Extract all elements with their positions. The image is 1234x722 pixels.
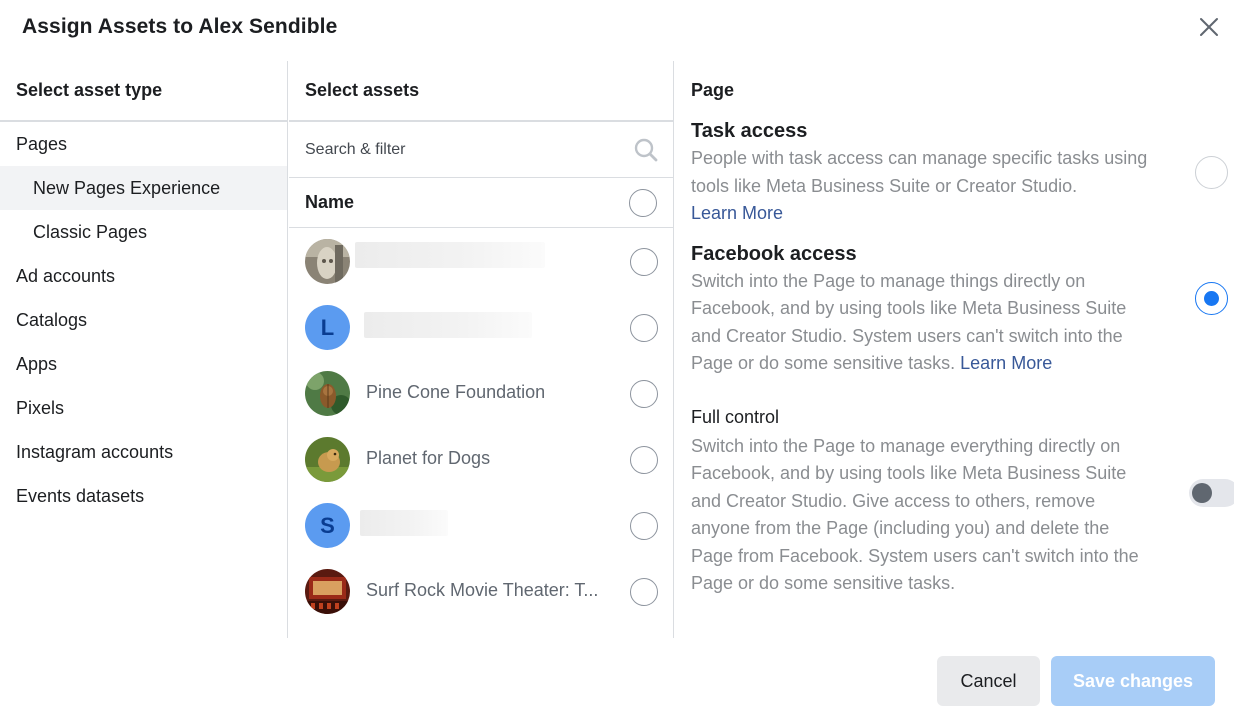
task-access-title: Task access bbox=[691, 120, 808, 142]
facebook-access-learn-more-link[interactable]: Learn More bbox=[960, 353, 1052, 373]
close-icon[interactable] bbox=[1196, 14, 1222, 40]
asset-row[interactable] bbox=[289, 228, 673, 294]
asset-type-column: Select asset type Pages New Pages Experi… bbox=[0, 61, 288, 638]
asset-type-heading: Select asset type bbox=[0, 61, 287, 122]
full-control-option: Full control Switch into the Page to man… bbox=[691, 406, 1234, 598]
permissions-column: Page Task access People with task access… bbox=[675, 61, 1234, 638]
asset-row[interactable]: S bbox=[289, 492, 673, 558]
full-control-toggle[interactable] bbox=[1189, 478, 1234, 507]
asset-radio[interactable] bbox=[630, 380, 658, 408]
asset-type-new-pages-experience[interactable]: New Pages Experience bbox=[0, 166, 287, 210]
task-access-text: People with task access can manage speci… bbox=[691, 148, 1148, 196]
redacted-name bbox=[360, 510, 448, 536]
search-icon[interactable] bbox=[633, 137, 659, 163]
asset-name: Planet for Dogs bbox=[366, 448, 491, 468]
redacted-name bbox=[364, 312, 532, 338]
facebook-access-text: Switch into the Page to manage things di… bbox=[691, 270, 1127, 374]
asset-type-pixels[interactable]: Pixels bbox=[0, 386, 287, 430]
full-control-title: Full control bbox=[691, 406, 780, 427]
dialog-footer: Cancel Save changes bbox=[0, 638, 1234, 722]
dialog-title: Assign Assets to Alex Sendible bbox=[22, 15, 338, 38]
full-control-description: Switch into the Page to manage everythin… bbox=[691, 435, 1139, 594]
asset-type-events-datasets[interactable]: Events datasets bbox=[0, 474, 287, 518]
facebook-access-description: Switch into the Page to manage things di… bbox=[691, 268, 1156, 378]
asset-type-apps[interactable]: Apps bbox=[0, 342, 287, 386]
name-header-row: Name bbox=[289, 178, 673, 228]
asset-row[interactable]: Surf Rock Movie Theater: T... bbox=[289, 558, 673, 624]
facebook-access-option: Facebook access Switch into the Page to … bbox=[691, 242, 1228, 378]
assign-assets-dialog: Assign Assets to Alex Sendible Select as… bbox=[0, 0, 1234, 722]
dialog-header: Assign Assets to Alex Sendible bbox=[0, 0, 1234, 60]
avatar bbox=[305, 371, 350, 416]
avatar: L bbox=[305, 305, 350, 350]
permissions-detail: Task access People with task access can … bbox=[675, 120, 1234, 598]
asset-row[interactable]: L bbox=[289, 294, 673, 360]
asset-radio[interactable] bbox=[630, 512, 658, 540]
permissions-heading: Page bbox=[691, 80, 735, 100]
assets-heading: Select assets bbox=[289, 61, 673, 122]
asset-type-instagram-accounts[interactable]: Instagram accounts bbox=[0, 430, 287, 474]
select-all-radio[interactable] bbox=[629, 189, 657, 217]
asset-type-pages[interactable]: Pages bbox=[0, 122, 287, 166]
redacted-name bbox=[355, 242, 545, 268]
asset-name: Pine Cone Foundation bbox=[366, 382, 546, 402]
task-access-learn-more-link[interactable]: Learn More bbox=[691, 203, 783, 223]
asset-type-ad-accounts[interactable]: Ad accounts bbox=[0, 254, 287, 298]
asset-type-classic-pages[interactable]: Classic Pages bbox=[0, 210, 287, 254]
avatar bbox=[305, 569, 350, 614]
avatar: S bbox=[305, 503, 350, 548]
save-changes-button[interactable]: Save changes bbox=[1051, 656, 1215, 706]
search-input[interactable] bbox=[305, 136, 625, 164]
asset-row[interactable]: Planet for Dogs bbox=[289, 426, 673, 492]
task-access-description: People with task access can manage speci… bbox=[691, 145, 1156, 228]
asset-radio[interactable] bbox=[630, 578, 658, 606]
assets-column: Select assets Name bbox=[289, 61, 674, 638]
asset-type-list: Pages New Pages Experience Classic Pages… bbox=[0, 122, 287, 518]
name-column-header: Name bbox=[305, 192, 355, 212]
task-access-radio[interactable] bbox=[1195, 156, 1228, 189]
asset-type-catalogs[interactable]: Catalogs bbox=[0, 298, 287, 342]
asset-name: Surf Rock Movie Theater: T... bbox=[366, 580, 599, 600]
asset-row[interactable]: Pine Cone Foundation bbox=[289, 360, 673, 426]
asset-radio[interactable] bbox=[630, 314, 658, 342]
asset-radio[interactable] bbox=[630, 446, 658, 474]
task-access-option: Task access People with task access can … bbox=[691, 120, 1228, 228]
avatar bbox=[305, 437, 350, 482]
avatar bbox=[305, 239, 350, 284]
search-bar bbox=[289, 122, 673, 178]
toggle-knob bbox=[1192, 482, 1212, 503]
asset-radio[interactable] bbox=[630, 248, 658, 276]
facebook-access-radio[interactable] bbox=[1195, 281, 1228, 315]
facebook-access-title: Facebook access bbox=[691, 242, 857, 265]
cancel-button[interactable]: Cancel bbox=[937, 656, 1040, 706]
